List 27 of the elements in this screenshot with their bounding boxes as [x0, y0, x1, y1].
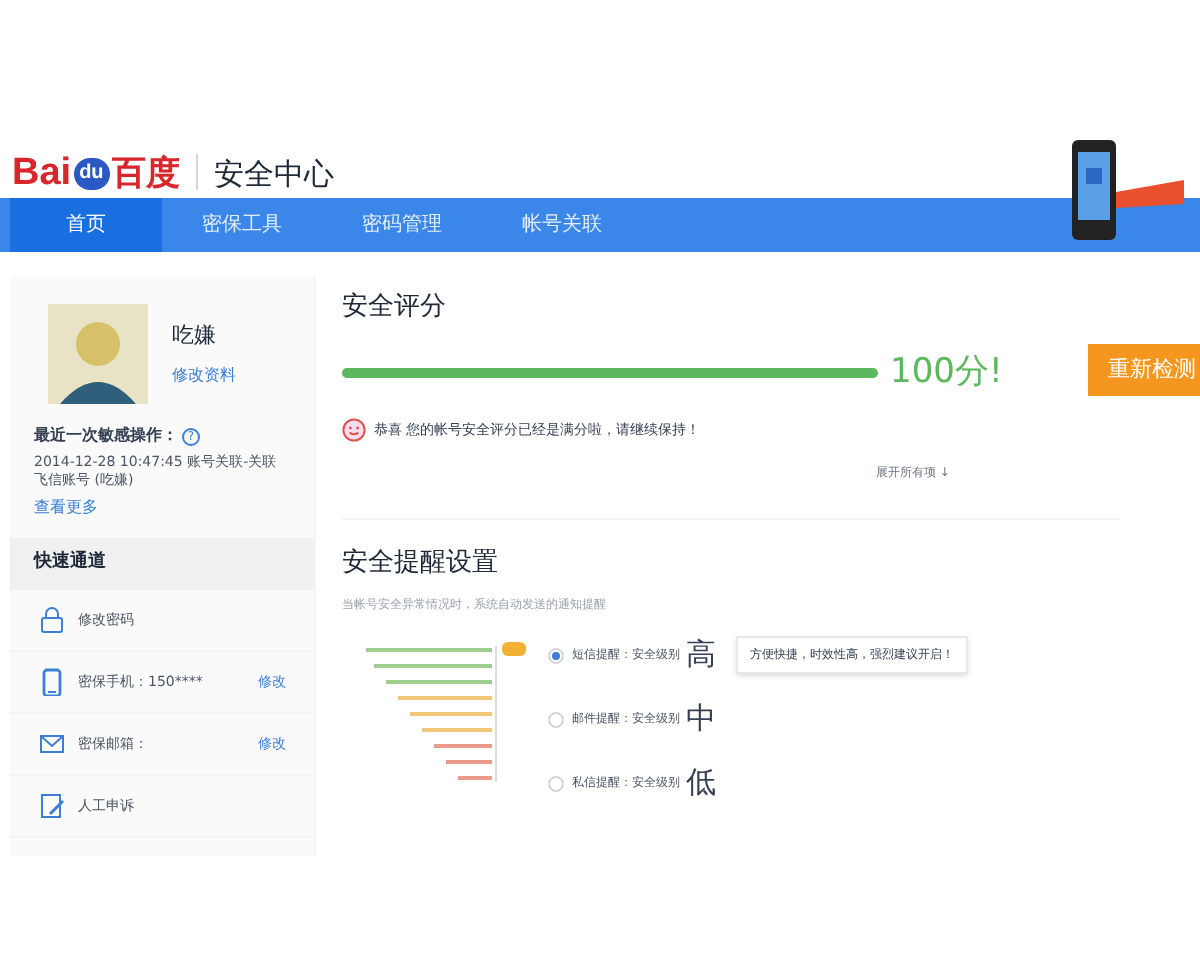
section-title: 安全提醒设置	[342, 546, 500, 582]
nav-tab[interactable]: 密保工具	[162, 198, 322, 252]
recheck-button[interactable]: 重新检测	[1088, 344, 1200, 396]
view-more-link[interactable]: 查看更多	[10, 496, 314, 520]
radio-button[interactable]	[548, 775, 564, 791]
section-title: 安全评分	[342, 290, 448, 326]
nav-tab[interactable]: 密码管理	[322, 198, 482, 252]
baidu-logo: Bai du 百度	[12, 154, 180, 192]
level-grade: 高	[686, 634, 716, 677]
edit-profile-link[interactable]: 修改资料	[172, 363, 236, 388]
recent-operation-label: 最近一次敏感操作：	[34, 424, 178, 448]
level-grade: 低	[686, 762, 716, 805]
site-title: 安全中心	[213, 160, 334, 190]
username: 吃嫌	[172, 320, 218, 353]
avatar	[48, 304, 148, 404]
section-title: 快速通道	[34, 550, 106, 577]
lock-icon	[38, 606, 66, 634]
radio-button[interactable]	[548, 711, 564, 727]
nav-tab[interactable]: 首页	[10, 198, 162, 252]
nav-tab[interactable]: 帐号关联	[482, 198, 642, 252]
level-grade: 中	[686, 698, 716, 741]
smiley-icon	[342, 418, 366, 442]
score-value: 100分!	[890, 349, 1003, 395]
phone-icon	[38, 668, 66, 696]
document-pen-icon	[38, 792, 66, 820]
envelope-icon	[38, 730, 66, 758]
radio-button[interactable]	[548, 647, 564, 663]
